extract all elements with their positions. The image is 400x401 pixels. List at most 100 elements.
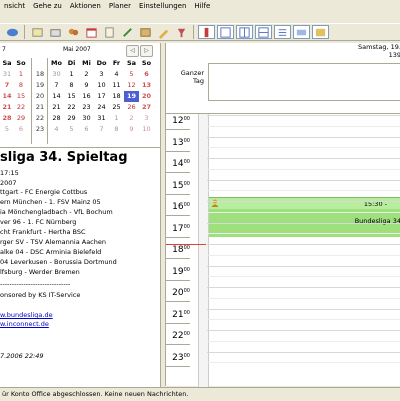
calendar-day[interactable]: 17 — [94, 91, 109, 102]
month-view-icon[interactable] — [255, 25, 272, 39]
week-view-icon[interactable] — [236, 25, 253, 39]
half-slot-divider[interactable] — [207, 168, 400, 170]
menu-hilfe[interactable]: Hilfe — [190, 2, 214, 10]
calendar-day[interactable]: 18 — [109, 91, 124, 102]
slot-divider[interactable] — [207, 265, 400, 267]
calendar-day[interactable]: 29 — [64, 113, 79, 124]
week-number[interactable]: 23 — [34, 124, 46, 135]
calendar-day[interactable]: 29 — [14, 113, 28, 124]
prev-month-button[interactable]: ◁ — [126, 45, 139, 57]
calendar-day[interactable]: 20 — [139, 91, 154, 102]
half-slot-divider[interactable] — [207, 233, 400, 235]
calendar-day[interactable]: 30 — [79, 113, 94, 124]
calendar-day[interactable]: 25 — [109, 102, 124, 113]
menu-ansicht[interactable]: nsicht — [0, 2, 29, 10]
half-slot-divider[interactable] — [207, 362, 400, 364]
slot-divider[interactable] — [207, 201, 400, 202]
all-day-slot[interactable] — [208, 63, 400, 101]
calendar-day[interactable]: 14 — [0, 91, 14, 102]
calendar-day[interactable]: 27 — [139, 102, 154, 113]
slot-divider[interactable] — [207, 115, 400, 116]
calendar-day[interactable]: 8 — [109, 124, 124, 135]
calendar-day[interactable]: 2 — [79, 69, 94, 80]
calendar-day[interactable]: 31 — [0, 69, 14, 80]
half-slot-divider[interactable] — [207, 276, 400, 278]
slot-divider[interactable] — [207, 351, 400, 353]
week-number[interactable]: 21 — [34, 102, 46, 113]
menu-planer[interactable]: Planer — [105, 2, 135, 10]
half-slot-divider[interactable] — [207, 125, 400, 127]
calendar-day[interactable]: 28 — [49, 113, 64, 124]
calendar-day[interactable]: 22 — [14, 102, 28, 113]
calendar-event[interactable]: 15:30 - Bundesliga 34 — [209, 197, 400, 237]
calendar-day[interactable]: 7 — [0, 80, 14, 91]
calendar-day[interactable]: 10 — [139, 124, 154, 135]
calendar-day[interactable]: 22 — [64, 102, 79, 113]
calendar-day[interactable]: 4 — [49, 124, 64, 135]
calendar-day[interactable]: 9 — [124, 124, 139, 135]
calendar-day[interactable]: 1 — [14, 69, 28, 80]
contacts-icon[interactable] — [65, 25, 81, 39]
mail-icon[interactable] — [47, 25, 63, 39]
list-view-icon[interactable] — [274, 25, 291, 39]
half-slot-divider[interactable] — [207, 297, 400, 299]
calendar-day[interactable]: 6 — [79, 124, 94, 135]
calendar-day[interactable]: 3 — [94, 69, 109, 80]
calendar-day[interactable]: 15 — [64, 91, 79, 102]
tasks-icon[interactable] — [101, 25, 117, 39]
year-view-icon[interactable] — [312, 25, 329, 39]
slot-divider[interactable] — [207, 222, 400, 224]
calendar-day[interactable]: 26 — [124, 102, 139, 113]
slot-divider[interactable] — [207, 330, 400, 331]
week-number[interactable]: 19 — [34, 80, 46, 91]
calendar-day[interactable]: 13 — [139, 80, 154, 91]
timeline-view-icon[interactable] — [293, 25, 310, 39]
calendar-day[interactable]: 7 — [49, 80, 64, 91]
calendar-day[interactable]: 4 — [109, 69, 124, 80]
menu-gehe-zu[interactable]: Gehe zu — [29, 2, 66, 10]
calendar-day[interactable]: 1 — [64, 69, 79, 80]
calendar-day[interactable]: 8 — [14, 80, 28, 91]
half-slot-divider[interactable] — [207, 190, 400, 192]
calendar-day[interactable]: 3 — [139, 113, 154, 124]
workweek-view-icon[interactable] — [217, 25, 234, 39]
half-slot-divider[interactable] — [207, 254, 400, 256]
filter-icon[interactable] — [173, 25, 189, 39]
slot-divider[interactable] — [207, 158, 400, 159]
calendar-day[interactable]: 21 — [0, 102, 14, 113]
calendar-day[interactable]: 30 — [49, 69, 64, 80]
calendar-day[interactable]: 14 — [49, 91, 64, 102]
calendar-day[interactable]: 19 — [124, 91, 139, 102]
calendar-day[interactable]: 31 — [94, 113, 109, 124]
slot-divider[interactable] — [207, 179, 400, 181]
calendar-day[interactable]: 12 — [124, 80, 139, 91]
calendar-day[interactable]: 11 — [109, 80, 124, 91]
half-slot-divider[interactable] — [207, 211, 400, 213]
edit-icon[interactable] — [155, 25, 171, 39]
half-slot-divider[interactable] — [207, 340, 400, 342]
calendar-day[interactable]: 21 — [49, 102, 64, 113]
calendar-day[interactable]: 8 — [64, 80, 79, 91]
calendar-day[interactable]: 5 — [64, 124, 79, 135]
half-slot-divider[interactable] — [207, 319, 400, 321]
inconnect-link[interactable]: w.inconnect.de — [0, 320, 49, 328]
calendar-day[interactable]: 5 — [124, 69, 139, 80]
week-number[interactable]: 22 — [34, 113, 46, 124]
slot-divider[interactable] — [207, 136, 400, 138]
half-slot-divider[interactable] — [207, 147, 400, 149]
week-number[interactable]: 18 — [34, 69, 46, 80]
new-entry-icon[interactable] — [29, 25, 45, 39]
calendar-day[interactable]: 10 — [94, 80, 109, 91]
bundesliga-link[interactable]: w.bundesliga.de — [0, 311, 53, 319]
calendar-day[interactable]: 9 — [79, 80, 94, 91]
calendar-day[interactable]: 1 — [109, 113, 124, 124]
slot-divider[interactable] — [207, 244, 400, 245]
calendar-day[interactable]: 28 — [0, 113, 14, 124]
slot-divider[interactable] — [207, 287, 400, 288]
calendar-day[interactable]: 5 — [0, 124, 14, 135]
calendar-day[interactable]: 6 — [139, 69, 154, 80]
day-view-icon[interactable] — [198, 25, 215, 39]
journal-icon[interactable] — [137, 25, 153, 39]
calendar-day[interactable]: 16 — [79, 91, 94, 102]
notes-icon[interactable] — [119, 25, 135, 39]
